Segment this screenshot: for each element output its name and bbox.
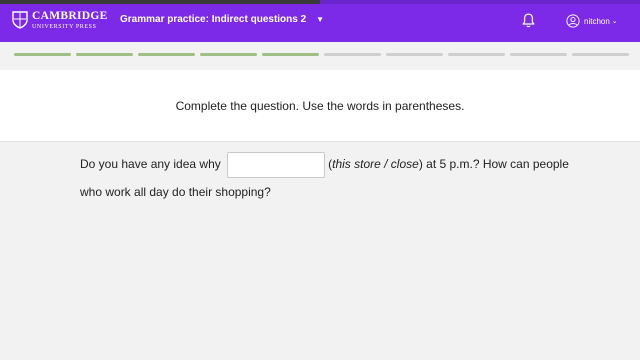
chevron-down-icon: ⌄	[611, 18, 618, 25]
shield-icon	[12, 11, 28, 29]
logo-sub-text: UNIVERSITY PRESS	[32, 23, 97, 30]
progress-segment	[76, 53, 133, 56]
progress-segment	[138, 53, 195, 56]
progress-segment	[386, 53, 443, 56]
progress-segment	[510, 53, 567, 56]
question-text: Do you have any idea why (this store / c…	[80, 150, 580, 206]
top-bar: CAMBRIDGE UNIVERSITY PRESS Grammar pract…	[0, 0, 640, 42]
chevron-down-icon: ▼	[316, 15, 325, 24]
user-menu[interactable]: nitchon ⌄	[566, 14, 618, 28]
progress-segment	[262, 53, 319, 56]
cambridge-logo[interactable]: CAMBRIDGE UNIVERSITY PRESS	[12, 10, 108, 30]
progress-segment	[14, 53, 71, 56]
progress-segment	[200, 53, 257, 56]
user-icon	[566, 14, 580, 28]
top-dark-line	[0, 0, 320, 4]
progress-segment	[572, 53, 629, 56]
bell-icon[interactable]	[520, 12, 537, 29]
progress-segment	[448, 53, 505, 56]
answer-input[interactable]	[227, 151, 326, 178]
instruction-panel: Complete the question. Use the words in …	[0, 70, 640, 142]
progress-segment	[324, 53, 381, 56]
activity-title-dropdown[interactable]: Grammar practice: Indirect questions 2 ▼	[120, 14, 324, 25]
logo-main-text: CAMBRIDGE	[32, 10, 108, 22]
hint-text: this store / close	[332, 157, 419, 171]
activity-title: Grammar practice: Indirect questions 2	[120, 14, 307, 25]
username: nitchon	[584, 16, 610, 26]
instruction-text: Complete the question. Use the words in …	[175, 98, 465, 113]
progress-bar	[0, 42, 640, 69]
question-before: Do you have any idea why	[80, 157, 221, 171]
